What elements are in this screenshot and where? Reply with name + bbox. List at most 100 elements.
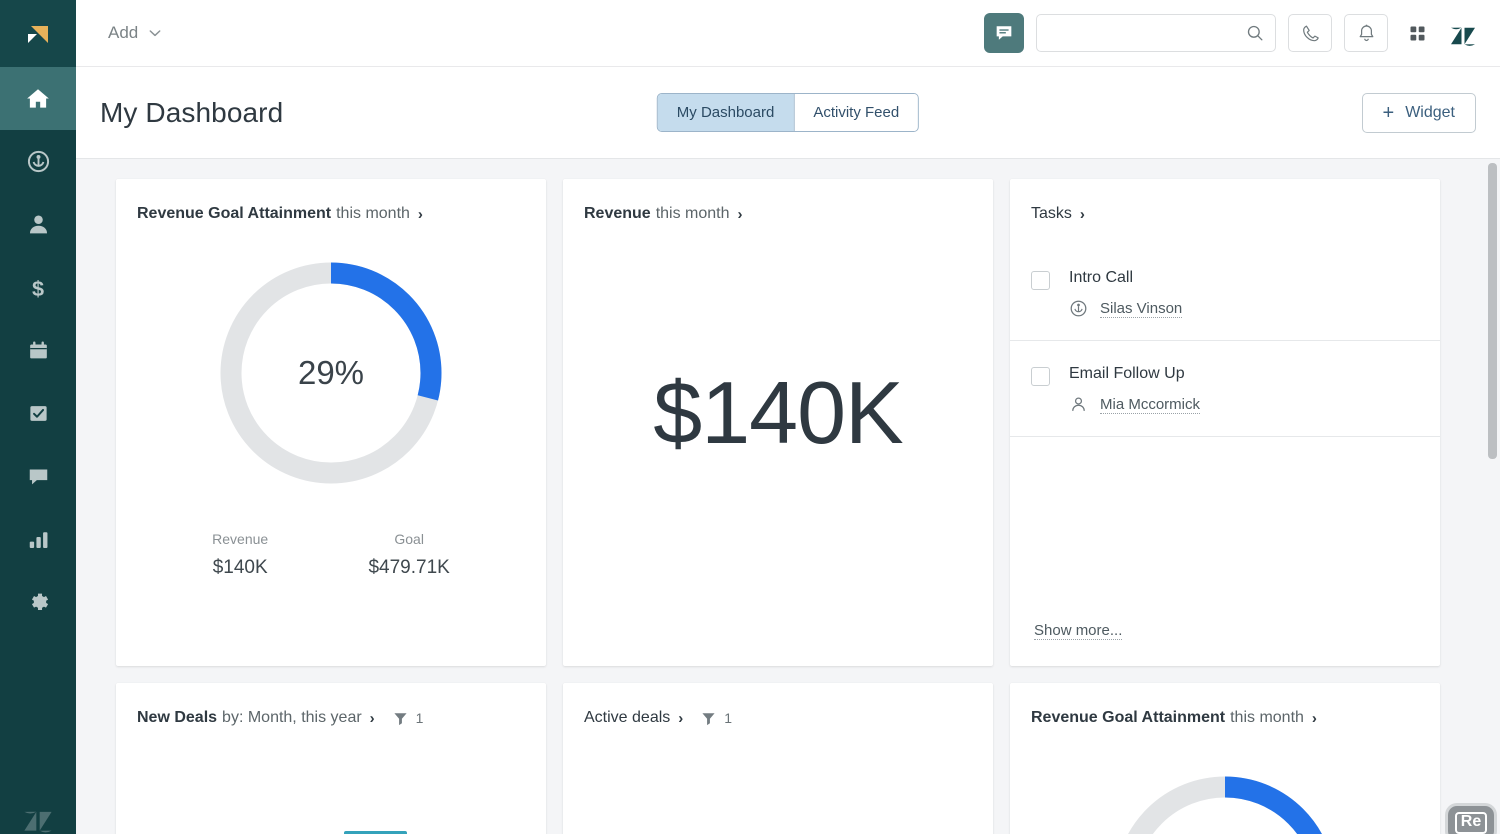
new-deals-chart-preview: $15K $16.03K [116,755,546,834]
widget-title[interactable]: Active deals › 1 [563,683,993,727]
chat-icon [29,469,47,485]
widget-title-light: this month [1230,709,1304,726]
sidebar-item-messages[interactable] [0,445,76,508]
sidebar-item-deals[interactable]: $ [0,256,76,319]
home-icon [27,88,49,108]
widget-title-strong: New Deals [137,709,218,726]
dashboard-view-tabs: My Dashboard Activity Feed [656,93,920,132]
kpi-label: Goal [394,531,424,547]
task-row: Email Follow Up Mia Mccormick [1010,341,1440,437]
widget-filter[interactable]: 1 [392,710,424,727]
chevron-down-icon [149,30,161,37]
sidebar-nav: $ [0,67,76,634]
task-body: Email Follow Up Mia Mccormick [1069,365,1200,414]
chevron-right-icon: › [369,709,375,727]
widget-title-light: by: Month, this year [222,709,362,726]
grid-apps-icon [1410,26,1424,40]
widget-title-light: this month [336,205,410,222]
task-list: Intro Call Silas Vinson Email Follow Up … [1010,245,1440,437]
sidebar-item-calendar[interactable] [0,319,76,382]
filter-icon [394,712,407,725]
task-name: Intro Call [1069,269,1134,286]
widget-title-strong: Revenue [584,205,651,222]
chat-bubble-icon [996,26,1012,40]
page-title: My Dashboard [100,96,284,128]
search-box[interactable] [1036,14,1276,52]
lead-icon [27,150,49,173]
kpi-row: Revenue $140K Goal $479.71K [116,523,546,579]
sidebar-item-leads[interactable] [0,130,76,193]
kpi-value: $479.71K [368,557,450,578]
kpi-value: $140K [212,557,268,578]
dashboard-scrollbar-thumb[interactable] [1488,163,1497,459]
sidebar-item-tasks[interactable] [0,382,76,445]
widget-title[interactable]: Tasks › [1010,179,1440,223]
sell-logo-icon [28,25,48,43]
widget-title-strong: Tasks [1031,205,1072,222]
donut-chart-svg-2 [1114,776,1336,834]
add-menu-button[interactable]: Add [100,17,171,49]
task-row: Intro Call Silas Vinson [1010,245,1440,341]
bar-chart-icon [29,532,47,549]
widget-title[interactable]: Revenue Goal Attainment this month › [116,179,546,223]
dashboard-scrollbar-track[interactable] [1486,159,1500,834]
donut-chart-area: 29% [116,223,546,523]
widget-revenue: Revenue this month › $140K [563,179,993,666]
zendesk-logo-icon [1451,27,1475,46]
donut-chart: 29% [215,257,447,489]
chat-toggle-button[interactable] [984,13,1024,53]
topbar-actions [984,13,1480,53]
chevron-right-icon: › [1079,205,1085,223]
task-checkbox[interactable] [1031,367,1050,386]
task-checkbox[interactable] [1031,271,1050,290]
main-region: Add My Dashboard My Dashboard Activity F… [76,0,1500,834]
zendesk-footer-logo [0,780,76,834]
widget-filter-count: 1 [724,710,733,726]
sidebar-item-contacts[interactable] [0,193,76,256]
kpi-label: Revenue [212,531,269,547]
phone-button[interactable] [1288,14,1332,52]
tab-activity-feed[interactable]: Activity Feed [794,94,919,131]
widget-filter[interactable]: 1 [700,710,732,727]
sidebar-item-reports[interactable] [0,508,76,571]
contact-icon [29,215,47,234]
add-widget-button[interactable]: + Widget [1361,92,1476,133]
search-input[interactable] [1049,25,1245,41]
show-more-link[interactable]: Show more... [1034,622,1123,640]
recorder-badge[interactable]: Re [1448,806,1494,834]
widget-title-strong: Active deals [584,709,671,726]
widget-active-deals: Active deals › 1 [563,683,993,834]
task-association-name[interactable]: Mia Mccormick [1100,396,1200,414]
widget-title[interactable]: Revenue Goal Attainment this month › [1010,683,1440,727]
widget-grid: Revenue Goal Attainment this month › 29% [76,159,1500,834]
notifications-button[interactable] [1344,14,1388,52]
task-association-name[interactable]: Silas Vinson [1100,300,1183,318]
kpi-goal: Goal $479.71K [368,531,449,579]
revenue-big-number: $140K [653,363,903,462]
recorder-badge-label: Re [1454,811,1488,834]
sell-logo[interactable] [0,0,76,67]
zendesk-product-logo-button[interactable] [1446,14,1480,52]
left-sidebar: $ [0,0,76,834]
task-association: Silas Vinson [1069,299,1183,318]
apps-button[interactable] [1400,14,1434,52]
top-bar: Add [76,0,1500,67]
sidebar-item-settings[interactable] [0,571,76,634]
widget-title[interactable]: Revenue this month › [563,179,993,223]
widget-revenue-goal-attainment-2: Revenue Goal Attainment this month › [1010,683,1440,834]
contact-icon [1072,397,1085,411]
widget-filter-count: 1 [415,710,424,726]
search-icon[interactable] [1245,23,1265,43]
tab-my-dashboard[interactable]: My Dashboard [657,94,794,131]
donut-center-label: 29% [297,354,365,391]
donut-chart-area-2 [1010,771,1440,834]
gear-icon [31,593,48,610]
lead-icon [1070,300,1087,317]
svg-text:$: $ [32,276,44,301]
sidebar-item-home[interactable] [0,67,76,130]
widget-revenue-goal-attainment: Revenue Goal Attainment this month › 29% [116,179,546,666]
widget-title-strong: Revenue Goal Attainment [137,205,332,222]
widget-title[interactable]: New Deals by: Month, this year › 1 [116,683,546,727]
chevron-right-icon: › [417,205,423,223]
chevron-right-icon: › [737,205,743,223]
